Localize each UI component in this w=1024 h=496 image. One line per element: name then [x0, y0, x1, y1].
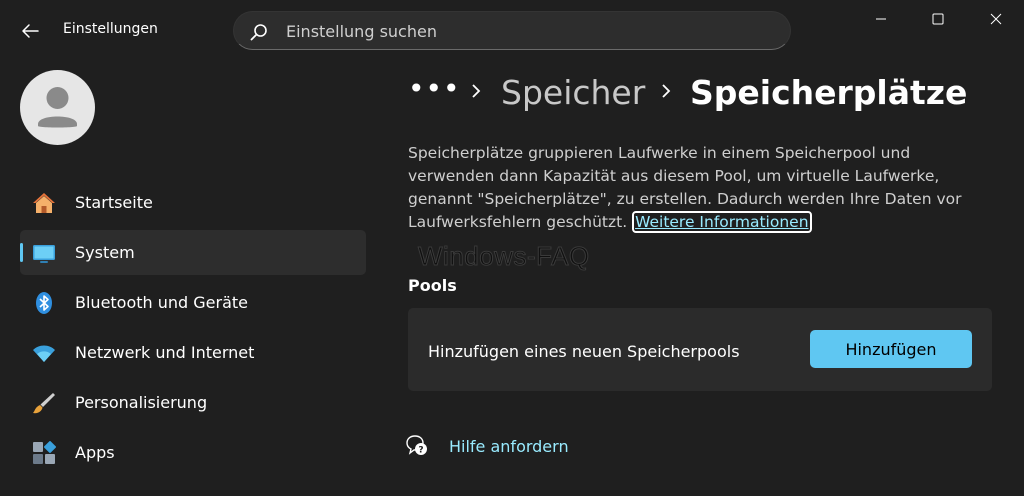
selection-indicator — [20, 243, 23, 262]
get-help-link[interactable]: Hilfe anfordern — [449, 437, 569, 456]
svg-text:?: ? — [418, 446, 423, 456]
sidebar-item-netzwerk[interactable]: Netzwerk und Internet — [20, 330, 366, 375]
page-description: Speicherplätze gruppieren Laufwerke in e… — [408, 142, 968, 234]
close-button[interactable] — [981, 4, 1011, 34]
user-icon — [38, 87, 77, 128]
system-icon — [33, 245, 55, 263]
sidebar-item-label: Startseite — [75, 193, 153, 212]
sidebar-item-system[interactable]: System — [20, 230, 366, 275]
watermark: Windows-FAQ — [418, 241, 590, 272]
sidebar-item-label: Bluetooth und Geräte — [75, 293, 249, 312]
back-button[interactable] — [18, 20, 42, 42]
sidebar-item-label: System — [75, 243, 135, 262]
wifi-icon — [33, 345, 55, 362]
breadcrumb-more-button[interactable]: ••• — [408, 72, 461, 105]
search-box[interactable] — [233, 11, 791, 51]
page-title: Speicherplätze — [690, 73, 968, 112]
sidebar-item-apps[interactable]: Apps — [20, 430, 366, 475]
sidebar-item-startseite[interactable]: Startseite — [20, 180, 366, 225]
apps-icon — [33, 441, 56, 464]
add-pool-button[interactable]: Hinzufügen — [810, 330, 972, 368]
help-icon: ? — [406, 435, 427, 456]
search-icon — [250, 24, 267, 41]
maximize-icon — [932, 13, 944, 25]
section-title-pools: Pools — [408, 276, 457, 295]
sidebar-nav: Startseite System Bluetooth und Geräte N… — [20, 180, 366, 480]
sidebar-item-label: Personalisierung — [75, 393, 208, 412]
user-avatar[interactable] — [20, 70, 95, 145]
search-input[interactable] — [284, 12, 768, 51]
home-icon — [33, 193, 55, 213]
breadcrumb-item-speicher[interactable]: Speicher — [501, 73, 645, 112]
app-title: Einstellungen — [63, 21, 158, 37]
minimize-icon — [876, 18, 886, 20]
maximize-button[interactable] — [923, 4, 953, 34]
sidebar-item-label: Netzwerk und Internet — [75, 343, 255, 362]
minimize-button[interactable] — [866, 4, 896, 34]
sidebar-item-label: Apps — [75, 443, 115, 462]
title-bar: Einstellungen — [0, 0, 1024, 62]
brush-icon — [33, 393, 55, 414]
back-arrow-icon — [22, 24, 39, 38]
sidebar-item-bluetooth[interactable]: Bluetooth und Geräte — [20, 280, 366, 325]
chevron-right-icon — [472, 84, 481, 98]
sidebar-item-personalisierung[interactable]: Personalisierung — [20, 380, 366, 425]
bluetooth-icon — [36, 292, 52, 314]
add-pool-card: Hinzufügen eines neuen Speicherpools Hin… — [408, 308, 992, 391]
learn-more-link[interactable]: Weitere Informationen — [632, 211, 812, 233]
chevron-right-icon — [662, 84, 671, 98]
add-pool-label: Hinzufügen eines neuen Speicherpools — [428, 342, 740, 361]
close-icon — [990, 13, 1002, 25]
